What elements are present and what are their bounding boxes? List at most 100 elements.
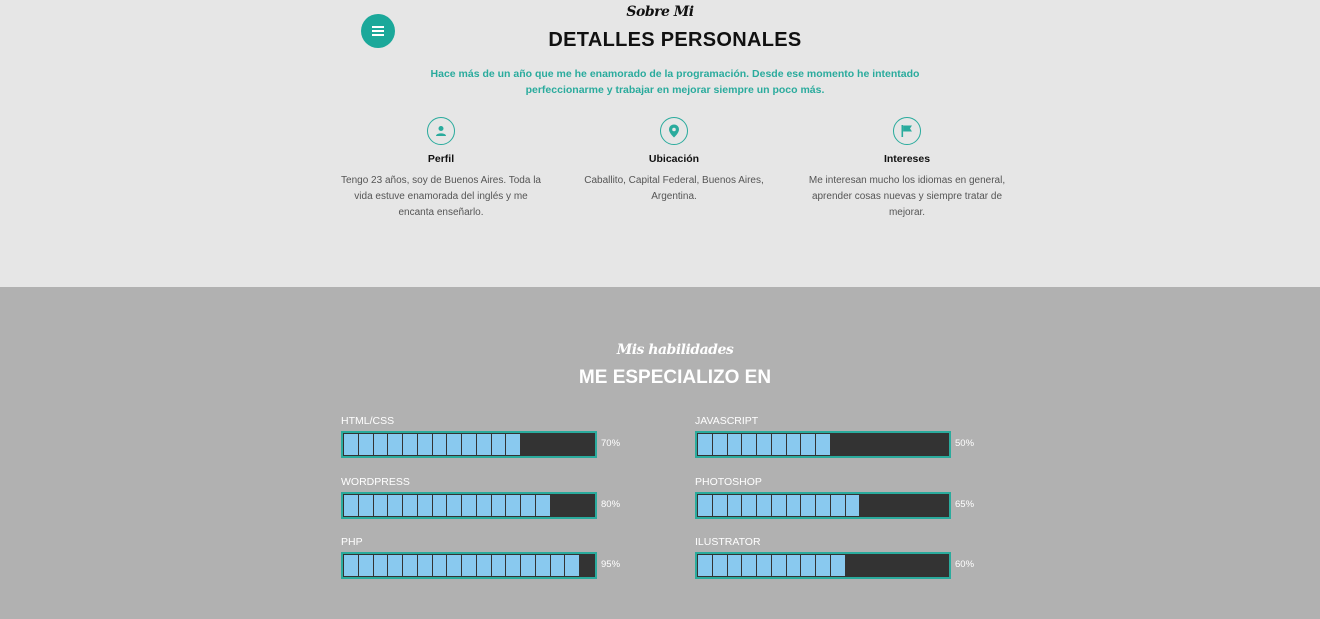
skill-bar-segment	[816, 555, 830, 576]
skill-php: PHP 95%	[341, 536, 641, 579]
skill-bar-segment	[698, 434, 712, 455]
skill-bar-segment	[580, 495, 595, 516]
skill-bar-segment	[860, 434, 875, 455]
skill-name: HTML/CSS	[341, 415, 395, 427]
skill-bar-segment	[462, 555, 476, 576]
skill-bar-segment	[698, 495, 712, 516]
interests-title: Intereses	[883, 153, 931, 165]
skill-bar-segment	[491, 495, 506, 516]
skill-bar-segment	[403, 434, 417, 455]
skill-bar-segment	[417, 434, 432, 455]
skill-bar-segment	[875, 434, 889, 455]
location-text: Caballito, Capital Federal, Buenos Aires…	[584, 175, 764, 202]
skill-bar-segment	[506, 495, 521, 516]
skill-bar-segment	[816, 495, 830, 516]
skill-bar-segment	[447, 434, 462, 455]
skill-bar-segment	[388, 555, 403, 576]
skill-bar-segment	[727, 434, 742, 455]
skill-bar-segment	[742, 434, 757, 455]
location-title: Ubicación	[648, 153, 700, 165]
about-section: Sobre Mi DETALLES PERSONALES Hace más de…	[0, 0, 1320, 287]
skill-bar-segment	[565, 434, 580, 455]
skill-bar	[695, 552, 951, 579]
skill-bar-segment	[757, 434, 771, 455]
skill-bar-segment	[786, 555, 801, 576]
skill-bar-segment	[550, 495, 565, 516]
skill-bar-segment	[860, 495, 875, 516]
skill-bar-segment	[565, 555, 580, 576]
skill-percent: 95%	[601, 559, 621, 570]
skill-bar-segment	[712, 555, 727, 576]
skill-bar-segment	[771, 555, 786, 576]
skill-bar-segment	[344, 434, 358, 455]
skill-bar-segment	[786, 495, 801, 516]
interests-column: Intereses Me interesan mucho los idiomas…	[802, 117, 1012, 221]
skill-bar-segment	[550, 434, 565, 455]
skill-bar-segment	[491, 555, 506, 576]
skill-ilustrator: ILUSTRATOR 60%	[695, 536, 995, 579]
skill-bar-segment	[801, 434, 816, 455]
skill-bar-segment	[358, 555, 373, 576]
skill-bar-segment	[462, 434, 476, 455]
skill-bar-segment	[875, 555, 889, 576]
skill-bar-segment	[476, 495, 491, 516]
skill-bar-segment	[373, 434, 388, 455]
skill-bar-segment	[830, 555, 845, 576]
skill-bar-segment	[875, 495, 889, 516]
skill-bar-segment	[403, 555, 417, 576]
skill-bar-segment	[506, 555, 521, 576]
skill-bar-segment	[934, 555, 949, 576]
skill-bar-segment	[535, 495, 550, 516]
location-column: Ubicación Caballito, Capital Federal, Bu…	[569, 117, 779, 205]
skill-percent: 80%	[601, 499, 621, 510]
skill-bar-segment	[845, 555, 860, 576]
about-script-title: Sobre Mi	[626, 4, 694, 20]
skill-bar-segment	[919, 555, 934, 576]
skill-bar-segment	[388, 434, 403, 455]
skill-bar-segment	[919, 495, 934, 516]
skill-bar-segment	[491, 434, 506, 455]
about-intro: Hace más de un año que me he enamorado d…	[430, 68, 920, 96]
skill-bar-segment	[565, 495, 580, 516]
skill-bar-segment	[889, 495, 904, 516]
skill-bar-segment	[934, 434, 949, 455]
skill-bar-segment	[757, 495, 771, 516]
skill-bar-segment	[358, 434, 373, 455]
skill-bar-segment	[358, 495, 373, 516]
profile-column: Perfil Tengo 23 años, soy de Buenos Aire…	[336, 117, 546, 221]
skill-bar-segment	[742, 495, 757, 516]
skill-html-css: HTML/CSS 70%	[341, 415, 641, 458]
skill-bar-segment	[727, 495, 742, 516]
skill-bar-segment	[757, 555, 771, 576]
skill-name: ILUSTRATOR	[695, 536, 761, 548]
skill-bar-segment	[580, 434, 595, 455]
skill-percent: 70%	[601, 438, 621, 449]
skill-bar-segment	[816, 434, 830, 455]
skill-bar-segment	[845, 434, 860, 455]
skill-bar-segment	[462, 495, 476, 516]
skill-bar	[695, 431, 951, 458]
skill-bar-segment	[373, 555, 388, 576]
skill-bar-segment	[860, 555, 875, 576]
skill-bar-segment	[904, 555, 919, 576]
skill-bar-segment	[904, 434, 919, 455]
skill-bar-segment	[432, 495, 447, 516]
skill-bar-segment	[403, 495, 417, 516]
profile-title: Perfil	[427, 153, 455, 165]
skill-bar-segment	[535, 555, 550, 576]
skill-bar-segment	[447, 495, 462, 516]
skill-bar-segment	[476, 434, 491, 455]
flag-icon	[893, 117, 921, 145]
skill-bar-segment	[830, 495, 845, 516]
skill-bar	[695, 492, 951, 519]
skill-bar-segment	[521, 555, 535, 576]
skill-bar-segment	[521, 434, 535, 455]
about-title: DETALLES PERSONALES	[548, 29, 802, 51]
skill-javascript: JAVASCRIPT 50%	[695, 415, 995, 458]
skill-bar-segment	[550, 555, 565, 576]
skill-bar-segment	[712, 495, 727, 516]
skill-bar-segment	[889, 555, 904, 576]
skill-name: PHP	[341, 536, 363, 548]
skill-percent: 60%	[955, 559, 975, 570]
skill-bar-segment	[801, 555, 816, 576]
